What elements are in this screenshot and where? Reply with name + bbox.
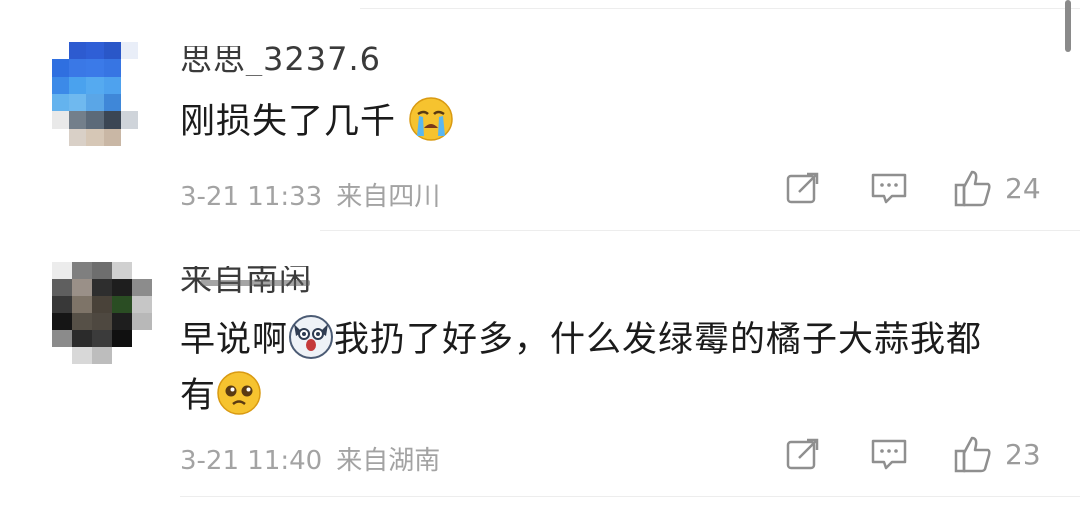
username[interactable]: 思思_3237.6 xyxy=(180,46,381,76)
comment-text: 刚损失了几千 xyxy=(180,94,454,150)
username-redaction xyxy=(200,280,310,286)
like-count: 24 xyxy=(1005,171,1041,205)
comment-text: 早说啊 我扔了好多，什么发绿霉的橘子大蒜我都有 xyxy=(180,312,1040,424)
avatar[interactable] xyxy=(52,262,152,364)
comment-divider xyxy=(180,496,1080,497)
avatar[interactable] xyxy=(52,42,138,146)
top-divider xyxy=(360,8,1080,9)
comment-icon xyxy=(871,173,907,204)
repost-button[interactable] xyxy=(785,170,821,206)
repost-icon xyxy=(786,172,819,204)
like-button[interactable]: 23 xyxy=(953,434,1041,474)
comment-icon xyxy=(871,439,907,470)
crying-face-emoji xyxy=(409,97,453,141)
like-count: 23 xyxy=(1005,437,1041,471)
shocked-dog-emoji xyxy=(289,315,334,359)
reply-button[interactable] xyxy=(870,436,908,472)
pleading-face-emoji xyxy=(217,371,261,415)
like-button[interactable]: 24 xyxy=(953,168,1041,208)
comment-divider xyxy=(320,230,1080,231)
thumbs-up-icon xyxy=(954,436,991,473)
repost-icon xyxy=(786,438,819,470)
repost-button[interactable] xyxy=(785,436,821,472)
thumbs-up-icon xyxy=(954,170,991,207)
reply-button[interactable] xyxy=(870,170,908,206)
comment-item: 来自南闲 早说啊 我扔了好多，什么发绿霉的橘子大蒜我都有 3-21 11:40来… xyxy=(0,262,1080,506)
comment-item: 思思_3237.6 刚损失了几千 3-21 11:33 来自四川 24 xyxy=(0,42,1080,232)
